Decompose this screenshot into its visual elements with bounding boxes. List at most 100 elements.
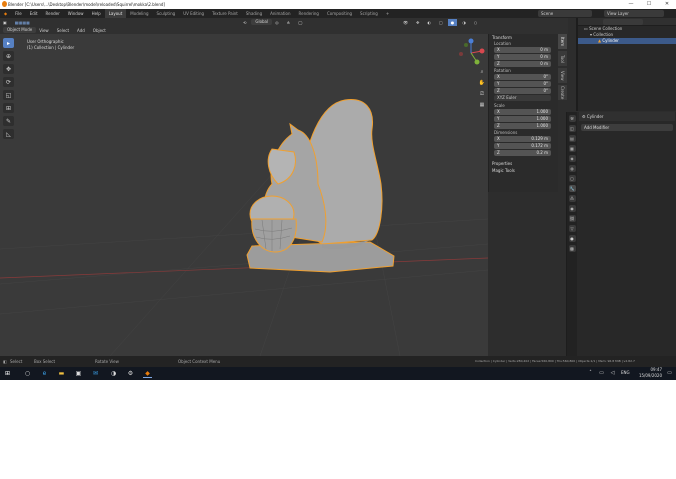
dimensions-y-field[interactable]: Y 0.172 m [494, 143, 551, 149]
menu-help[interactable]: Help [88, 9, 105, 18]
navigation-gizmo[interactable] [455, 37, 487, 69]
rotation-y-field[interactable]: Y 0° [494, 81, 551, 87]
network-icon[interactable]: ▭ [597, 369, 606, 378]
clock[interactable]: 09:47 15/09/2020 [634, 367, 662, 379]
workspace-tab-animation[interactable]: Animation [266, 9, 294, 18]
shading-rendered-icon[interactable]: ○ [471, 19, 481, 26]
menu-view[interactable]: View [36, 27, 52, 34]
snap-icon[interactable]: ⋔ [284, 19, 293, 26]
workspace-tab-texture-paint[interactable]: Texture Paint [208, 9, 242, 18]
transform-header[interactable]: Transform [489, 34, 558, 41]
blender-taskbar-icon[interactable]: ◆ [143, 369, 152, 378]
store-icon[interactable]: ▣ [74, 369, 83, 378]
menu-file[interactable]: File [11, 9, 26, 18]
y-axis-gizmo-icon[interactable] [474, 59, 480, 65]
measure-tool-icon[interactable]: ◺ [3, 129, 14, 139]
maximize-button[interactable]: ☐ [640, 0, 658, 9]
windows-start-icon[interactable]: ⊞ [3, 369, 12, 378]
menu-render[interactable]: Render [42, 9, 64, 18]
notification-icon[interactable]: ▭ [665, 369, 674, 378]
view-layer-selector[interactable]: View Layer [604, 10, 664, 17]
language-indicator[interactable]: ENG [621, 370, 630, 375]
mail-icon[interactable]: ✉ [91, 369, 100, 378]
pivot-icon[interactable]: ◎ [272, 19, 282, 26]
shading-material-icon[interactable]: ◑ [459, 19, 469, 26]
zoom-icon[interactable]: ⌕ [478, 68, 486, 76]
menu-object[interactable]: Object [90, 27, 109, 34]
object-data-icon[interactable]: ▽ [568, 225, 576, 232]
volume-icon[interactable]: ◁ [608, 369, 617, 378]
file-explorer-icon[interactable]: ▬ [57, 369, 66, 378]
tool-settings-icon[interactable]: ⚒ [568, 115, 576, 122]
constraints-icon[interactable]: ⛓ [568, 215, 576, 222]
menu-add[interactable]: Add [74, 27, 88, 34]
mode-dropdown[interactable]: Object Mode [3, 27, 37, 33]
dimensions-x-field[interactable]: X 0.129 m [494, 136, 551, 142]
location-x-field[interactable]: X0 m [494, 47, 551, 53]
workspace-tab-uv-editing[interactable]: UV Editing [179, 9, 208, 18]
scene-selector[interactable]: Scene [538, 10, 592, 17]
workspace-tab-sculpting[interactable]: Sculpting [153, 9, 180, 18]
tab-view[interactable]: View [558, 68, 567, 83]
material-icon[interactable]: ● [568, 235, 576, 242]
select-mode-icons[interactable]: ▦▦▦▦ [12, 19, 33, 26]
properties-subpanel[interactable]: Properties [489, 160, 558, 167]
tab-item[interactable]: Item [558, 34, 567, 49]
menu-window[interactable]: Window [64, 9, 88, 18]
app-icon[interactable]: ◑ [109, 369, 118, 378]
scale-z-field[interactable]: Z 1.000 [494, 123, 551, 129]
render-properties-icon[interactable]: ◫ [568, 125, 576, 132]
blender-menu-icon[interactable]: ◆ [0, 9, 11, 18]
settings-icon[interactable]: ⚙ [126, 369, 135, 378]
tray-chevron-icon[interactable]: ˄ [586, 369, 595, 378]
menu-select[interactable]: Select [54, 27, 72, 34]
editor-type-icon[interactable]: ▣ [0, 19, 10, 26]
output-properties-icon[interactable]: ▤ [568, 135, 576, 142]
visibility-icon[interactable]: 👁 [400, 19, 411, 26]
view-layer-icon[interactable]: ▦ [568, 145, 576, 152]
move-tool-icon[interactable]: ✥ [3, 64, 14, 74]
scale-y-field[interactable]: Y 1.000 [494, 116, 551, 122]
scale-x-field[interactable]: X 1.000 [494, 109, 551, 115]
add-modifier-dropdown[interactable]: Add Modifier [581, 124, 673, 131]
transform-orientation-dropdown[interactable]: Global [251, 19, 273, 25]
xray-toggle-icon[interactable]: ▢ [436, 19, 446, 26]
scene-properties-icon[interactable]: ◈ [568, 155, 576, 162]
tab-create[interactable]: Create [558, 85, 567, 100]
transform-tool-icon[interactable]: ⊞ [3, 103, 14, 113]
rotation-z-field[interactable]: Z 0° [494, 88, 551, 94]
perspective-toggle-icon[interactable]: ▦ [478, 101, 486, 109]
rotation-mode-dropdown[interactable]: XYZ Euler [494, 95, 551, 101]
outliner-search-icon[interactable] [603, 19, 643, 25]
dimensions-z-field[interactable]: Z 0.2 m [494, 150, 551, 156]
rotation-x-field[interactable]: X 0° [494, 74, 551, 80]
physics-icon[interactable]: ◉ [568, 205, 576, 212]
add-workspace-button[interactable]: + [382, 9, 393, 18]
workspace-tab-compositing[interactable]: Compositing [323, 9, 356, 18]
z-axis-gizmo-icon[interactable] [468, 38, 474, 44]
world-properties-icon[interactable]: ◍ [568, 165, 576, 172]
texture-icon[interactable]: ▩ [568, 245, 576, 252]
workspace-tab-modeling[interactable]: Modeling [126, 9, 152, 18]
annotate-tool-icon[interactable]: ✎ [3, 116, 14, 126]
workspace-tab-scripting[interactable]: Scripting [356, 9, 382, 18]
tab-tool[interactable]: Tool [558, 51, 567, 66]
particles-icon[interactable]: ⁂ [568, 195, 576, 202]
workspace-tab-rendering[interactable]: Rendering [295, 9, 323, 18]
search-icon[interactable]: ○ [23, 369, 32, 378]
proportional-edit-icon[interactable]: ◯ [295, 19, 305, 26]
workspace-tab-layout[interactable]: Layout [104, 9, 127, 18]
select-box-tool-icon[interactable]: ▸ [3, 38, 14, 48]
scale-tool-icon[interactable]: ◱ [3, 90, 14, 100]
gizmo-toggle-icon[interactable]: ✥ [413, 19, 422, 26]
magic-tools-subpanel[interactable]: Magic Tools [489, 167, 558, 174]
x-axis-gizmo-icon[interactable] [479, 48, 485, 54]
close-button[interactable]: ✕ [658, 0, 676, 9]
minimize-button[interactable]: — [622, 0, 640, 9]
rotate-tool-icon[interactable]: ⟳ [3, 77, 14, 87]
workspace-tab-shading[interactable]: Shading [242, 9, 266, 18]
pan-icon[interactable]: ✋ [478, 79, 486, 87]
overlay-toggle-icon[interactable]: ◐ [424, 19, 434, 26]
location-y-field[interactable]: Y0 m [494, 54, 551, 60]
modifier-properties-icon[interactable]: 🔧 [568, 185, 576, 192]
